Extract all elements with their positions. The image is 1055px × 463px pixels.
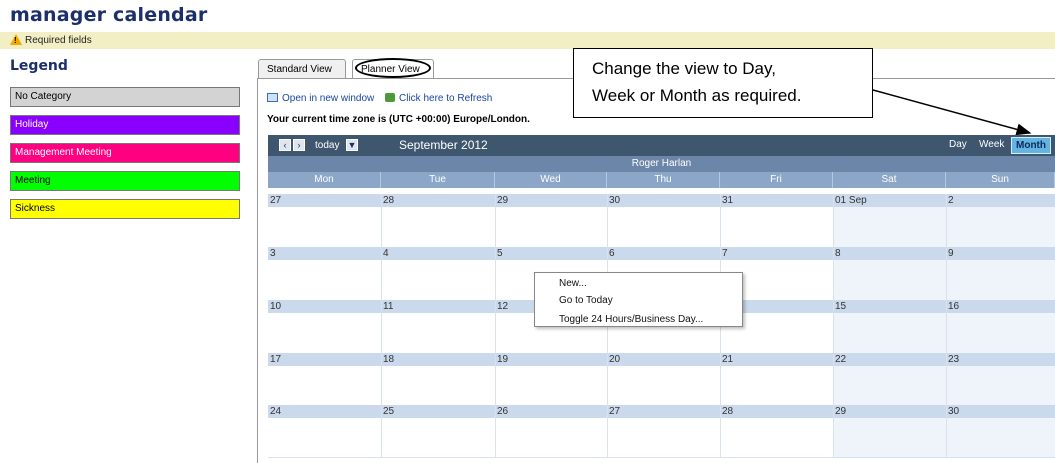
date-number[interactable]: 4: [381, 247, 389, 260]
today-button[interactable]: today: [315, 140, 339, 151]
date-number[interactable]: 11: [381, 300, 393, 313]
date-number[interactable]: 2: [946, 194, 954, 207]
date-number[interactable]: 29: [833, 405, 846, 418]
date-number[interactable]: 29: [495, 194, 508, 207]
menu-item-toggle-hours[interactable]: Toggle 24 Hours/Business Day...: [559, 314, 703, 325]
person-name-row: Roger Harlan: [268, 156, 1055, 172]
day-name-mon: Mon: [268, 172, 381, 188]
date-number[interactable]: 3: [268, 247, 276, 260]
day-view-button[interactable]: Day: [949, 139, 967, 150]
date-number[interactable]: 5: [495, 247, 503, 260]
date-number[interactable]: 8: [833, 247, 841, 260]
grid-line: [946, 194, 947, 458]
weekend-background: [833, 207, 1055, 247]
day-name-wed: Wed: [495, 172, 607, 188]
menu-item-go-to-today[interactable]: Go to Today: [559, 295, 613, 306]
date-number[interactable]: 27: [607, 405, 620, 418]
chevron-down-icon[interactable]: ▼: [346, 139, 358, 151]
menu-item-new[interactable]: New...: [559, 278, 587, 289]
date-number[interactable]: 9: [946, 247, 954, 260]
date-number[interactable]: 30: [946, 405, 959, 418]
date-number[interactable]: 19: [495, 353, 508, 366]
date-number[interactable]: 16: [946, 300, 959, 313]
date-number[interactable]: 30: [607, 194, 620, 207]
weekend-background: [833, 313, 1055, 353]
date-number[interactable]: 6: [607, 247, 615, 260]
weekend-background: [833, 366, 1055, 406]
arrow-line: [872, 89, 1032, 136]
date-number[interactable]: 28: [720, 405, 733, 418]
date-number[interactable]: 24: [268, 405, 281, 418]
date-number[interactable]: 26: [495, 405, 508, 418]
grid-line: [495, 194, 496, 458]
calendar-toolbar: [268, 135, 1055, 156]
day-name-fri: Fri: [720, 172, 833, 188]
date-number[interactable]: 28: [381, 194, 394, 207]
weekend-background: [833, 418, 1055, 458]
grid-line: [833, 194, 834, 458]
date-number[interactable]: 31: [720, 194, 733, 207]
left-arrow-icon[interactable]: ‹: [279, 139, 291, 151]
day-name-sat: Sat: [833, 172, 946, 188]
date-number[interactable]: 01 Sep: [833, 194, 867, 207]
date-number[interactable]: 22: [833, 353, 846, 366]
grid-line: [381, 194, 382, 458]
date-number[interactable]: 15: [833, 300, 846, 313]
weekend-background: [833, 260, 1055, 300]
grid-bottom-line: [268, 457, 1055, 458]
date-number[interactable]: 27: [268, 194, 281, 207]
month-title: September 2012: [399, 138, 488, 152]
right-arrow-icon[interactable]: ›: [293, 139, 305, 151]
date-number[interactable]: 20: [607, 353, 620, 366]
date-number[interactable]: 21: [720, 353, 733, 366]
date-number[interactable]: 10: [268, 300, 281, 313]
date-number[interactable]: 25: [381, 405, 394, 418]
date-number[interactable]: 7: [720, 247, 728, 260]
week-view-button[interactable]: Week: [979, 139, 1004, 150]
month-view-button[interactable]: Month: [1011, 137, 1051, 154]
date-number[interactable]: 17: [268, 353, 281, 366]
day-name-thu: Thu: [607, 172, 720, 188]
day-name-tue: Tue: [381, 172, 495, 188]
date-number[interactable]: 23: [946, 353, 959, 366]
day-name-sun: Sun: [946, 172, 1055, 188]
date-number[interactable]: 12: [495, 300, 508, 313]
date-number[interactable]: 18: [381, 353, 394, 366]
